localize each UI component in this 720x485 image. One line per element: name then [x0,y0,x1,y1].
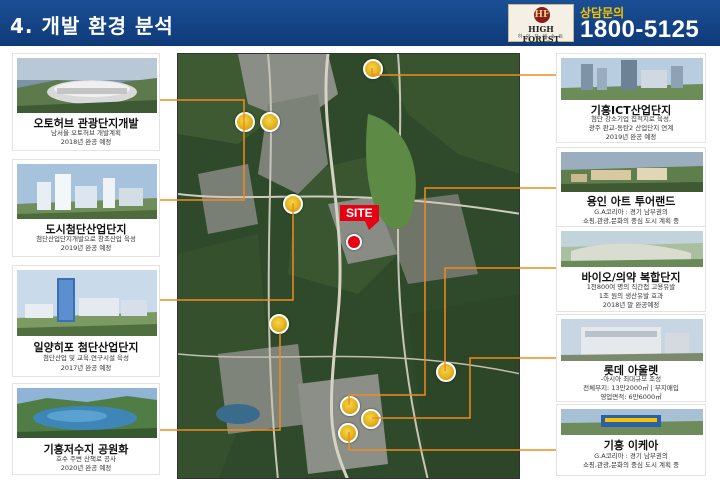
giheung-ikea-image [561,409,703,435]
card-desc-line: 전체부지: 13만2000㎡ | 부지매입 [583,384,679,392]
card-desc-line: 2019년 완공 예정 [605,133,657,141]
card-desc-line: 남서울 오토허브 개발계획 [51,129,121,137]
card-desc-line: 1조 원의 생산유발 효과 [598,292,664,300]
development-marker[interactable] [436,362,456,382]
development-marker[interactable] [361,409,381,429]
development-marker[interactable] [260,112,280,132]
urban-hightech-image [17,164,157,219]
aerial-map[interactable]: SITE [177,53,520,479]
card-desc-line: 2018년 말 완공예정 [602,301,660,309]
site-label: SITE [340,205,379,221]
development-marker[interactable] [338,423,358,443]
giheung-ict-image [561,58,703,100]
card-yongin-art-tourland[interactable]: 용인 아트 투어랜드 G.A코리아 : 경기 남부권의 쇼핑,관광,문화의 중심… [556,147,706,229]
yongin-art-tourland-image [561,152,703,192]
card-desc-line: 첨단산업 및 교육,연구시설 육성 [42,354,129,362]
card-desc-line: 광주 판교-동탄2 산업단지 연계 [588,124,674,132]
card-bio-complex[interactable]: 바이오/의약 복합단지 1천800여 명의 직간접 고용유발 1조 원의 생산유… [556,226,706,312]
card-desc-line: 2018년 완공 예정 [60,138,112,146]
lotte-outlet-image [561,319,703,361]
logo-emblem-icon: HF [534,7,550,23]
card-desc-line: 2017년 완공 예정 [60,364,112,372]
card-desc-line: 2020년 완공 예정 [60,464,112,472]
card-giheung-reservoir[interactable]: 기흥저수지 공원화 호수 주변 산책로 공사 2020년 완공 예정 [12,383,160,475]
development-marker[interactable] [340,396,360,416]
card-desc-line: 1천800여 명의 직간접 고용유발 [586,283,676,291]
card-desc-line: -아시아 최대규모 조성 [600,375,662,383]
development-marker[interactable] [283,194,303,214]
card-desc-line: G.A코리아 : 경기 남부권의 [594,208,668,216]
card-lotte-outlet[interactable]: 롯데 아울렛 -아시아 최대규모 조성 전체부지: 13만2000㎡ | 부지매… [556,314,706,402]
card-desc-line: 2019년 완공 예정 [60,244,112,252]
site-pointer-icon [365,221,379,230]
card-desc-line: G.A코리아 : 경기 남부권의 [594,452,668,460]
development-marker[interactable] [363,59,383,79]
logo-subtitle: 하 이 포 레 스 트 [517,34,565,40]
phone-number[interactable]: 1800-5125 [580,16,699,44]
card-ilyang-hightech[interactable]: 일양히포 첨단산업단지 첨단산업 및 교육,연구시설 육성 2017년 완공 예… [12,265,160,377]
bio-complex-image [561,231,703,267]
autohub-image [17,58,157,113]
page-title: 4. 개발 환경 분석 [10,14,174,38]
giheung-reservoir-image [17,388,157,438]
header-bar: 4. 개발 환경 분석 HF HIGH FOREST 하 이 포 레 스 트 상… [0,0,720,46]
card-desc-line: 첨단 강소기업 집적지로 육성, [590,115,672,123]
card-title: 기흥 이케아 [603,439,659,452]
site-location-marker[interactable] [346,234,362,250]
card-giheung-ict[interactable]: 기흥ICT산업단지 첨단 강소기업 집적지로 육성, 광주 판교-동탄2 산업단… [556,53,706,143]
development-marker[interactable] [269,314,289,334]
card-autohub[interactable]: 오토허브 관광단지개발 남서울 오토허브 개발계획 2018년 완공 예정 [12,53,160,151]
card-title: 일양히포 첨단산업단지 [33,341,139,354]
development-marker[interactable] [235,112,255,132]
card-urban-hightech[interactable]: 도시첨단산업단지 첨단산업단지개발으로 창조산업 육성 2019년 완공 예정 [12,159,160,257]
brand-logo: HF HIGH FOREST 하 이 포 레 스 트 [508,4,574,44]
ilyang-hightech-image [17,270,157,336]
card-desc-line: 호수 주변 산책로 공사 [55,455,117,463]
card-desc-line: 쇼핑,관광,문화의 중심 도시 계획 중 [582,461,680,469]
card-giheung-ikea[interactable]: 기흥 이케아 G.A코리아 : 경기 남부권의 쇼핑,관광,문화의 중심 도시 … [556,404,706,476]
card-desc-line: 영업면적: 6만6000㎡ [600,393,662,401]
card-title: 용인 아트 투어랜드 [586,195,676,208]
card-desc-line: 쇼핑,관광,문화의 중심 도시 계획 중 [582,217,680,225]
card-desc-line: 첨단산업단지개발으로 창조산업 육성 [36,235,136,243]
